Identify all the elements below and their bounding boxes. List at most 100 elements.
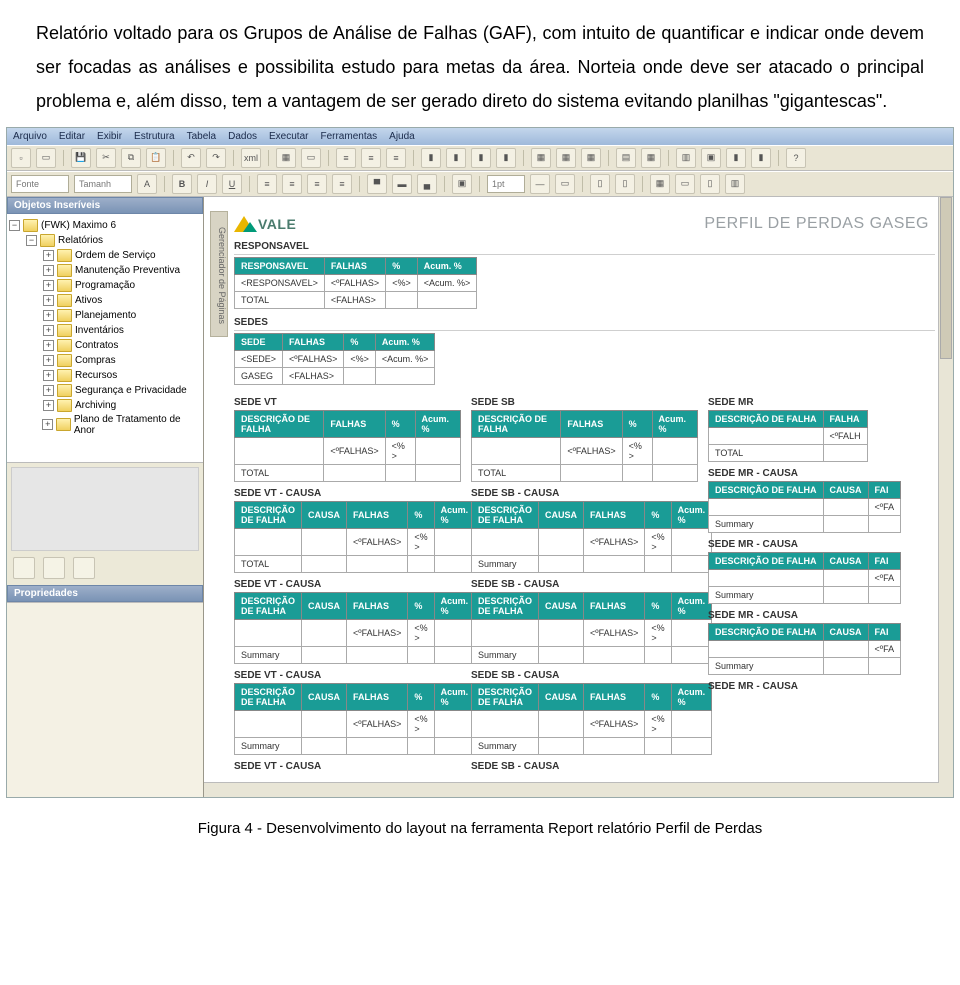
collapse-icon[interactable]: − <box>26 235 37 246</box>
align-center-icon[interactable]: ≡ <box>361 148 381 168</box>
align-icon[interactable]: ≡ <box>332 174 352 194</box>
tree-item[interactable]: +Planejamento <box>9 308 201 323</box>
align-icon[interactable]: ≡ <box>257 174 277 194</box>
expand-icon[interactable]: + <box>42 419 53 430</box>
menu-item[interactable]: Executar <box>269 131 308 142</box>
open-icon[interactable]: ▭ <box>36 148 56 168</box>
expand-icon[interactable]: + <box>43 265 54 276</box>
expand-icon[interactable]: + <box>43 355 54 366</box>
table-icon[interactable]: ▦ <box>276 148 296 168</box>
valign-icon[interactable]: ▄ <box>417 174 437 194</box>
menu-item[interactable]: Tabela <box>187 131 216 142</box>
line-icon[interactable]: — <box>530 174 550 194</box>
expand-icon[interactable]: + <box>43 400 54 411</box>
chart-icon[interactable]: ▮ <box>421 148 441 168</box>
object-tree[interactable]: − (FWK) Maximo 6 − Relatórios +Ordem de … <box>7 214 203 463</box>
new-icon[interactable]: ▫ <box>11 148 31 168</box>
tool-icon[interactable] <box>73 557 95 579</box>
xml-icon[interactable]: xml <box>241 148 261 168</box>
tool-icon[interactable] <box>13 557 35 579</box>
expand-icon[interactable]: + <box>43 370 54 381</box>
merge-icon[interactable]: ▭ <box>675 174 695 194</box>
save-icon[interactable]: 💾 <box>71 148 91 168</box>
grid-icon[interactable]: ▦ <box>650 174 670 194</box>
menu-item[interactable]: Dados <box>228 131 257 142</box>
tree-item[interactable]: +Manutenção Preventiva <box>9 263 201 278</box>
tree-item[interactable]: +Segurança e Privacidade <box>9 383 201 398</box>
valign-icon[interactable]: ▀ <box>367 174 387 194</box>
size-selector[interactable]: Tamanh <box>74 175 132 193</box>
menu-item[interactable]: Estrutura <box>134 131 175 142</box>
properties-area[interactable] <box>7 602 203 797</box>
tree-item[interactable]: +Programação <box>9 278 201 293</box>
horizontal-scrollbar[interactable] <box>204 782 939 797</box>
expand-icon[interactable]: + <box>43 295 54 306</box>
th: FALHAS <box>347 501 408 528</box>
tree-item[interactable]: +Contratos <box>9 338 201 353</box>
collapse-icon[interactable]: − <box>9 220 20 231</box>
undo-icon[interactable]: ↶ <box>181 148 201 168</box>
border-icon[interactable]: ▯ <box>590 174 610 194</box>
menu-item[interactable]: Ferramentas <box>320 131 377 142</box>
expand-icon[interactable]: + <box>43 310 54 321</box>
italic-icon[interactable]: I <box>197 174 217 194</box>
vertical-scrollbar[interactable] <box>938 197 953 797</box>
menu-item[interactable]: Arquivo <box>13 131 47 142</box>
redo-icon[interactable]: ↷ <box>206 148 226 168</box>
bold-icon[interactable]: B <box>172 174 192 194</box>
tree-item[interactable]: +Archiving <box>9 398 201 413</box>
tree-node[interactable]: − Relatórios <box>9 233 201 248</box>
menu-item[interactable]: Ajuda <box>389 131 415 142</box>
menu-item[interactable]: Editar <box>59 131 85 142</box>
paste-icon[interactable]: 📋 <box>146 148 166 168</box>
tool-icon[interactable] <box>43 557 65 579</box>
zoom-icon[interactable]: ▤ <box>616 148 636 168</box>
align-icon[interactable]: ≡ <box>307 174 327 194</box>
fill-icon[interactable]: ▣ <box>452 174 472 194</box>
tree-root[interactable]: − (FWK) Maximo 6 <box>9 218 201 233</box>
cut-icon[interactable]: ✂ <box>96 148 116 168</box>
cols-icon[interactable]: ▥ <box>725 174 745 194</box>
box-icon[interactable]: ▭ <box>301 148 321 168</box>
design-canvas[interactable]: Gerenciador de Páginas VALE PERFIL DE PE… <box>204 197 953 797</box>
td <box>386 291 418 308</box>
tree-secondary[interactable] <box>11 467 199 551</box>
zoom-icon[interactable]: ▦ <box>641 148 661 168</box>
valign-icon[interactable]: ▬ <box>392 174 412 194</box>
tree-item[interactable]: +Ativos <box>9 293 201 308</box>
align-left-icon[interactable]: ≡ <box>336 148 356 168</box>
expand-icon[interactable]: + <box>43 250 54 261</box>
img-icon[interactable]: ▦ <box>556 148 576 168</box>
align-right-icon[interactable]: ≡ <box>386 148 406 168</box>
chart-icon[interactable]: ▮ <box>496 148 516 168</box>
expand-icon[interactable]: + <box>43 340 54 351</box>
tree-item[interactable]: +Recursos <box>9 368 201 383</box>
menu-item[interactable]: Exibir <box>97 131 122 142</box>
linewidth-field[interactable]: 1pt <box>487 175 525 193</box>
page-manager-tab[interactable]: Gerenciador de Páginas <box>210 211 228 337</box>
copy-icon[interactable]: ⧉ <box>121 148 141 168</box>
chart-icon[interactable]: ▮ <box>446 148 466 168</box>
align-icon[interactable]: ≡ <box>282 174 302 194</box>
img-icon[interactable]: ▦ <box>581 148 601 168</box>
tree-item[interactable]: +Plano de Tratamento de Anor <box>9 413 201 437</box>
eye-icon[interactable]: ▣ <box>701 148 721 168</box>
chart2-icon[interactable]: ▮ <box>751 148 771 168</box>
expand-icon[interactable]: + <box>43 385 54 396</box>
border-icon[interactable]: ▯ <box>615 174 635 194</box>
chart-icon[interactable]: ▮ <box>471 148 491 168</box>
tree-item[interactable]: +Inventários <box>9 323 201 338</box>
help-icon[interactable]: ? <box>786 148 806 168</box>
split-icon[interactable]: ▯ <box>700 174 720 194</box>
tree-item[interactable]: +Compras <box>9 353 201 368</box>
border-icon[interactable]: ▭ <box>555 174 575 194</box>
img-icon[interactable]: ▦ <box>531 148 551 168</box>
expand-icon[interactable]: + <box>43 325 54 336</box>
underline-icon[interactable]: U <box>222 174 242 194</box>
text-color-icon[interactable]: A <box>137 174 157 194</box>
chart2-icon[interactable]: ▮ <box>726 148 746 168</box>
expand-icon[interactable]: + <box>43 280 54 291</box>
book-icon[interactable]: ▥ <box>676 148 696 168</box>
tree-item[interactable]: +Ordem de Serviço <box>9 248 201 263</box>
font-selector[interactable]: Fonte <box>11 175 69 193</box>
